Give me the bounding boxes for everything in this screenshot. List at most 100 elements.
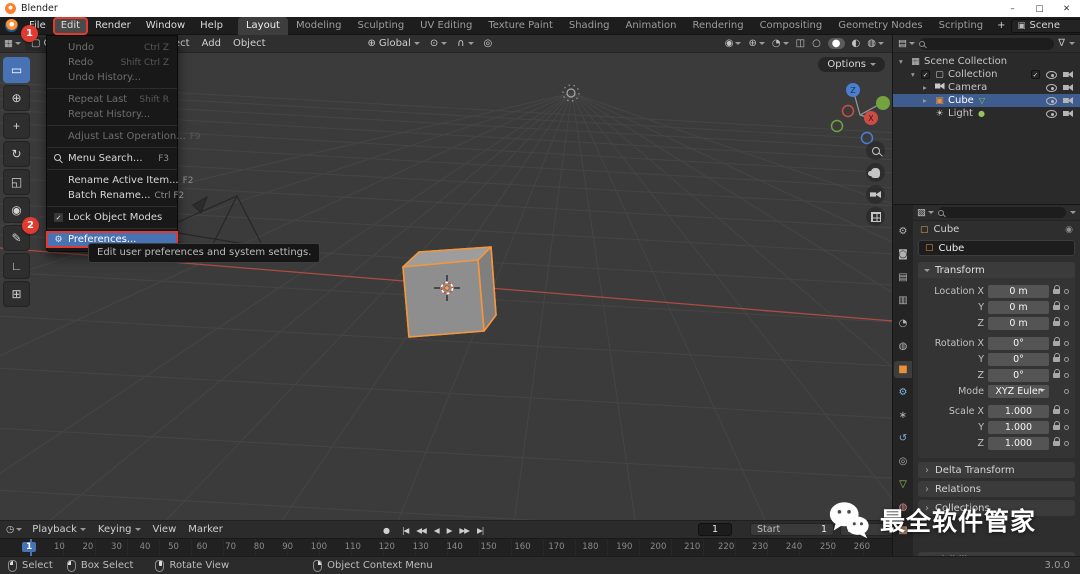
filter-icon[interactable]: ∇ — [1058, 38, 1065, 49]
timeline-ruler[interactable]: 1 10 20 30 40 50 60 70 80 90 100 110 120 130 140 150 160… — [0, 538, 892, 556]
animate-dot-icon[interactable] — [1064, 288, 1069, 294]
menu-help[interactable]: Help — [193, 18, 230, 34]
timeline-menu[interactable]: View — [153, 524, 177, 535]
selectability-checkbox[interactable] — [1031, 70, 1040, 79]
editor-type-icon[interactable]: ▦ — [4, 38, 21, 49]
edit-menu-item[interactable]: Redo Shift Ctrl Z — [47, 55, 177, 70]
end-frame-field[interactable]: End — [840, 523, 892, 536]
tool-measure[interactable]: ∟ — [3, 253, 30, 279]
row-collection[interactable]: ▾ ▢ Collection — [893, 68, 1080, 81]
timeline-menu[interactable]: Marker — [188, 524, 223, 535]
row-camera[interactable]: ▸ Camera — [893, 81, 1080, 94]
shading-wireframe-icon[interactable]: ○ — [812, 38, 821, 49]
workspace-tab[interactable]: Layout — [237, 16, 288, 35]
animate-dot-icon[interactable] — [1064, 440, 1069, 446]
value-field[interactable]: 0° — [988, 352, 1049, 366]
workspace-tab[interactable]: Modeling — [288, 17, 350, 35]
timeline-editor-icon[interactable]: ◷ — [6, 524, 23, 535]
maximize-button[interactable]: □ — [1026, 0, 1053, 17]
expand-icon[interactable]: ▸ — [923, 96, 933, 105]
workspace-tab[interactable]: Texture Paint — [480, 17, 561, 35]
auto-keyframe-button[interactable]: ● — [383, 526, 390, 535]
expand-icon[interactable]: ▸ — [923, 83, 933, 92]
outliner-search-input[interactable] — [918, 37, 1055, 50]
workspace-tab[interactable]: UV Editing — [412, 17, 480, 35]
disable-in-render-icon[interactable] — [1063, 71, 1073, 78]
edit-menu-item[interactable] — [47, 228, 177, 229]
tab-physics[interactable]: ↺ — [894, 430, 912, 447]
value-field[interactable]: 0 m — [988, 284, 1049, 298]
tool-select-box[interactable]: ▭ — [3, 57, 30, 83]
edit-menu-item[interactable] — [47, 147, 177, 148]
animate-dot-icon[interactable] — [1064, 408, 1069, 414]
value-field[interactable]: 0 m — [988, 300, 1049, 314]
shading-solid-icon[interactable]: ● — [827, 38, 845, 49]
animate-dot-icon[interactable] — [1064, 388, 1069, 394]
jump-to-end-button[interactable]: ▶| — [473, 526, 487, 535]
outliner-editor-icon[interactable]: ▤ — [898, 38, 915, 49]
edit-menu-item[interactable]: Rename Active Item... F2 — [47, 173, 194, 188]
pivot-point-dropdown[interactable]: ⊙ — [430, 38, 448, 49]
properties-section-header[interactable]: Delta Transform — [918, 462, 1075, 478]
current-frame-field[interactable]: 1 — [698, 523, 732, 536]
workspace-tab[interactable]: Sculpting — [349, 17, 412, 35]
show-gizmos-icon[interactable]: ⊕ — [748, 38, 765, 49]
menu-window[interactable]: Window — [139, 18, 192, 34]
tab-constraints[interactable]: ◎ — [894, 453, 912, 470]
transform-panel-header[interactable]: Transform — [918, 262, 1075, 278]
shading-material-icon[interactable]: ◐ — [852, 38, 861, 49]
edit-menu-item[interactable]: Repeat Last Shift R — [47, 92, 177, 107]
play-reverse-button[interactable]: ◀ — [430, 526, 443, 535]
edit-menu-item[interactable]: Undo History... — [47, 70, 177, 85]
hide-in-viewport-icon[interactable] — [1046, 83, 1057, 92]
tab-particles[interactable]: ∗ — [894, 407, 912, 424]
value-field[interactable]: 0° — [988, 336, 1049, 350]
shading-rendered-icon[interactable]: ◍ — [867, 38, 884, 49]
properties-filter-icon[interactable] — [1070, 211, 1076, 217]
zoom-button[interactable] — [866, 141, 885, 160]
start-frame-field[interactable]: Start 1 — [750, 523, 834, 536]
tool-add-cube[interactable]: ⊞ — [3, 281, 30, 307]
tool-move[interactable]: + — [3, 113, 30, 139]
tab-data[interactable]: ▽ — [894, 476, 912, 493]
tab-view-layer[interactable]: ▥ — [894, 292, 912, 309]
timeline-menu[interactable]: Playback — [32, 524, 86, 535]
tab-object[interactable]: ■ — [894, 361, 912, 378]
transform-orientation-dropdown[interactable]: ⊕ Global — [368, 38, 420, 49]
animate-dot-icon[interactable] — [1064, 424, 1069, 430]
workspace-tab[interactable]: + — [991, 17, 1011, 35]
filter-caret-icon[interactable] — [1069, 42, 1075, 48]
menu-render[interactable]: Render — [88, 18, 138, 34]
properties-section-header[interactable]: Relations — [918, 481, 1075, 497]
disable-in-render-icon[interactable] — [1063, 97, 1073, 104]
timeline-menu[interactable]: Keying — [98, 524, 141, 535]
tool-scale[interactable]: ◱ — [3, 169, 30, 195]
menu-edit[interactable]: Edit — [52, 16, 89, 35]
minimize-button[interactable]: – — [999, 0, 1026, 17]
row-cube[interactable]: ▸ ▣ Cube ▽ — [893, 94, 1080, 107]
close-button[interactable]: ✕ — [1053, 0, 1080, 17]
tool-cursor[interactable]: ⊕ — [3, 85, 30, 111]
expand-icon[interactable]: ▾ — [911, 70, 921, 79]
tab-modifiers[interactable]: ⚙ — [894, 384, 912, 401]
perspective-toggle-button[interactable] — [866, 207, 885, 226]
animate-dot-icon[interactable] — [1064, 372, 1069, 378]
workspace-tab[interactable]: Geometry Nodes — [830, 17, 930, 35]
row-light[interactable]: ☀ Light ● — [893, 107, 1080, 120]
properties-editor-icon[interactable]: ▧ — [917, 207, 934, 218]
lock-icon[interactable] — [1053, 404, 1060, 414]
proportional-editing-toggle[interactable]: ◎ — [484, 38, 493, 49]
edit-menu-item[interactable]: Undo Ctrl Z — [47, 40, 177, 55]
workspace-tab[interactable]: Animation — [618, 17, 685, 35]
tab-texture[interactable]: ▩ — [894, 522, 912, 539]
properties-search-input[interactable] — [937, 207, 1066, 218]
value-field[interactable]: 1.000 — [988, 436, 1049, 450]
lock-icon[interactable] — [1053, 352, 1060, 362]
workspace-tab[interactable]: Compositing — [752, 17, 831, 35]
next-keyframe-button[interactable]: ▶▶ — [455, 526, 473, 535]
lock-icon[interactable] — [1053, 284, 1060, 294]
value-field[interactable]: 1.000 — [988, 404, 1049, 418]
tab-world[interactable]: ◍ — [894, 338, 912, 355]
snapping-dropdown[interactable]: ∩ — [457, 38, 474, 49]
play-button[interactable]: ▶ — [443, 526, 456, 535]
